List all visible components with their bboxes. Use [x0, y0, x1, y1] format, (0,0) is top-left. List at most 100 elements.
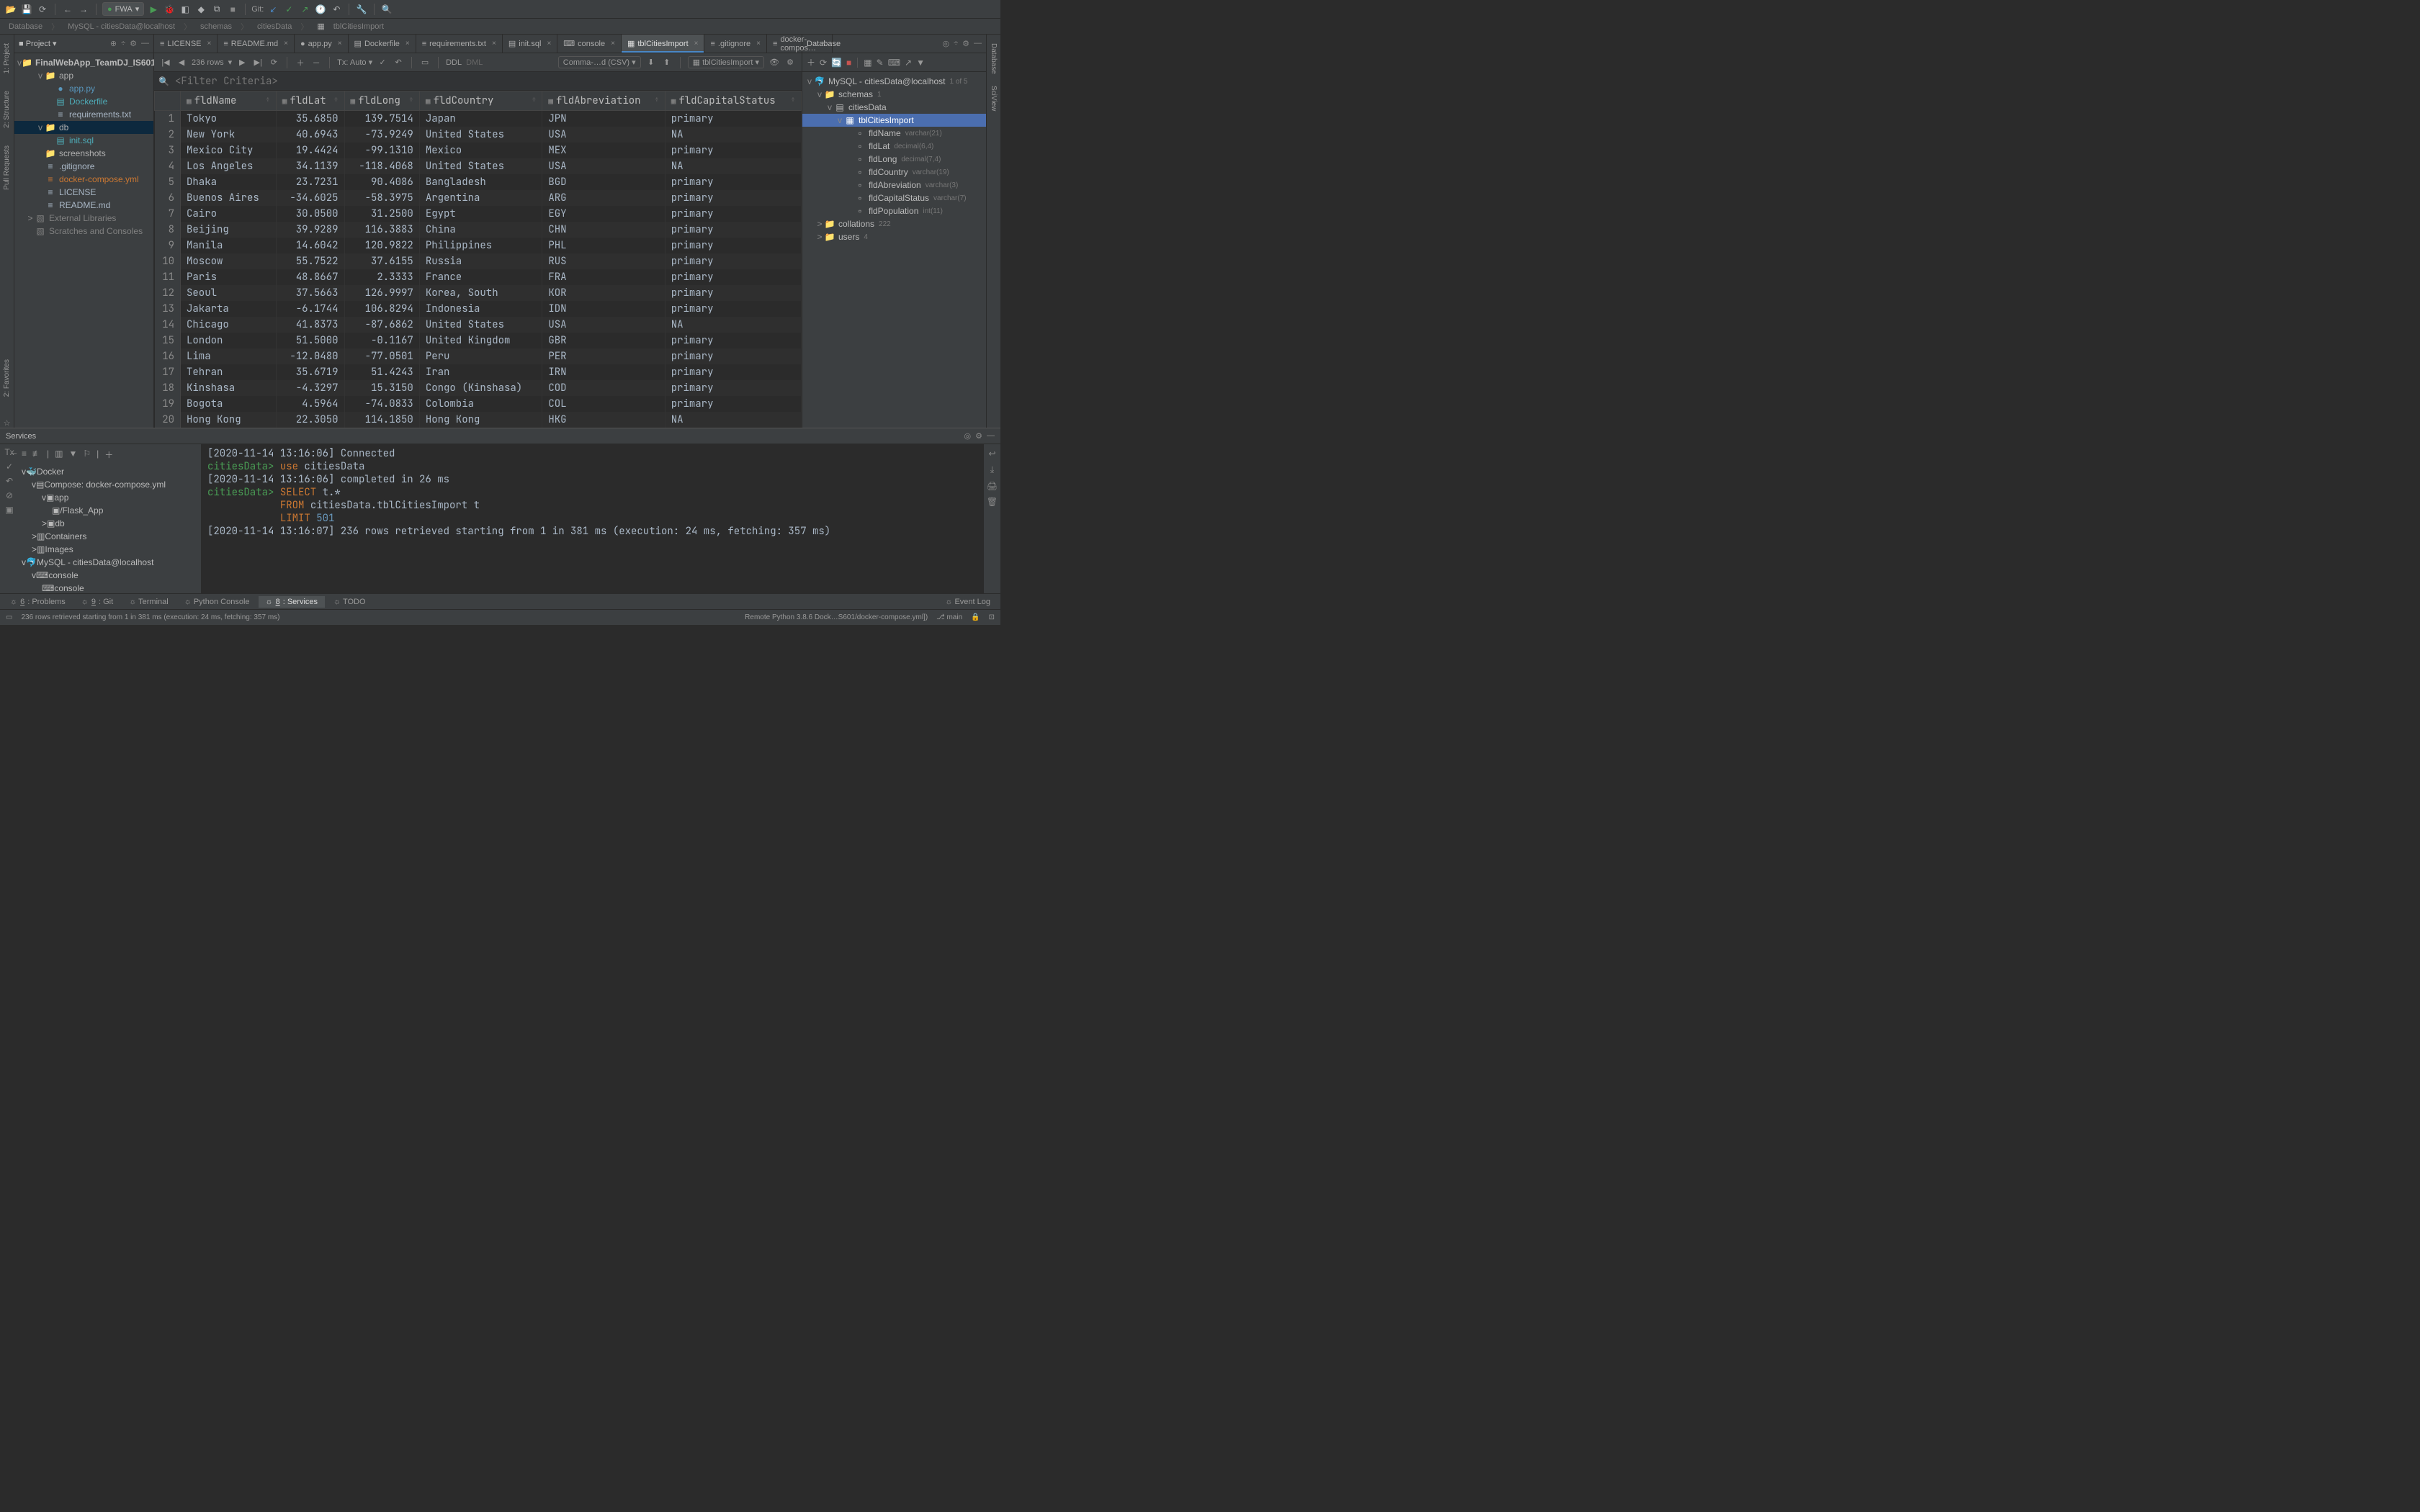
svc-collapse-icon[interactable]: ≢	[32, 449, 41, 461]
column-header[interactable]: ▦fldLong÷	[344, 91, 419, 111]
database-tree-item[interactable]: ▫fldNamevarchar(21)	[802, 127, 986, 140]
table-row[interactable]: 19Bogota4.5964-74.0833ColombiaCOLprimary	[155, 396, 802, 412]
db-refresh-icon[interactable]: ⟳	[820, 58, 827, 68]
interpreter-label[interactable]: Remote Python 3.8.6 Dock…S601/docker-com…	[745, 613, 928, 621]
debug-icon[interactable]: 🐞	[163, 3, 176, 16]
prev-row-icon[interactable]: ◀	[176, 58, 187, 67]
project-tree-item[interactable]: ≡LICENSE	[14, 186, 153, 199]
table-row[interactable]: 11Paris48.86672.3333FranceFRAprimary	[155, 269, 802, 285]
project-root[interactable]: FinalWebApp_TeamDJ_IS601	[35, 58, 156, 68]
services-commit-icon[interactable]: ✓	[6, 462, 13, 472]
services-tree-item[interactable]: >▣db	[19, 517, 201, 530]
project-gear-icon[interactable]: ⚙	[130, 39, 137, 48]
console-wrap-icon[interactable]: ↩	[988, 449, 995, 459]
profile-icon[interactable]: ◆	[194, 3, 207, 16]
database-tree-item[interactable]: ▫fldCountryvarchar(19)	[802, 166, 986, 179]
tool-window-tab[interactable]: ☼ Python Console	[177, 596, 257, 608]
git-update-icon[interactable]: ↙	[266, 3, 279, 16]
dml-button[interactable]: DML	[466, 58, 483, 67]
last-row-icon[interactable]: ▶|	[252, 58, 264, 67]
close-tab-icon[interactable]: ×	[694, 40, 699, 48]
coverage-icon[interactable]: ◧	[179, 3, 192, 16]
table-row[interactable]: 7Cairo30.050031.2500EgyptEGYprimary	[155, 206, 802, 222]
db-table-icon[interactable]: ▦	[864, 58, 871, 68]
breadcrumb-item[interactable]: citiesData	[254, 22, 295, 31]
services-gear-icon[interactable]: ⚙	[975, 431, 982, 441]
project-tree-item[interactable]: >▧External Libraries	[14, 212, 153, 225]
table-row[interactable]: 17Tehran35.671951.4243IranIRNprimary	[155, 364, 802, 380]
table-row[interactable]: 3Mexico City19.4424-99.1310MexicoMEXprim…	[155, 143, 802, 158]
project-collapse-icon[interactable]: ÷	[121, 39, 125, 48]
db-split-icon[interactable]: ÷	[954, 39, 958, 48]
save-icon[interactable]: 💾	[20, 3, 33, 16]
svc-expand-icon[interactable]: ≡	[22, 449, 27, 461]
clone-row-icon[interactable]: ▭	[419, 58, 431, 67]
services-cancel-icon[interactable]: ⊘	[6, 490, 13, 500]
project-tree-item[interactable]: ▤Dockerfile	[14, 95, 153, 108]
services-target-icon[interactable]: ▣	[5, 505, 13, 515]
editor-tab[interactable]: ≡docker-compos…×	[767, 35, 833, 53]
table-row[interactable]: 2New York40.6943-73.9249United StatesUSA…	[155, 127, 802, 143]
table-settings-icon[interactable]: ⚙	[784, 58, 796, 67]
table-row[interactable]: 6Buenos Aires-34.6025-58.3975ArgentinaAR…	[155, 190, 802, 206]
close-tab-icon[interactable]: ×	[492, 40, 496, 48]
database-tree-item[interactable]: >📁users4	[802, 230, 986, 243]
svc-add-icon[interactable]: ＋	[104, 449, 113, 461]
table-row[interactable]: 12Seoul37.5663126.9997Korea, SouthKORpri…	[155, 285, 802, 301]
services-target-icon[interactable]: ◎	[964, 431, 972, 441]
services-tree-item[interactable]: ▣/Flask_App	[19, 504, 201, 517]
editor-tab[interactable]: ▤init.sql×	[503, 35, 557, 53]
structure-tool-tab[interactable]: 2: Structure	[1, 85, 12, 134]
row-count-dropdown-icon[interactable]: ▾	[228, 58, 233, 67]
git-push-icon[interactable]: ↗	[298, 3, 311, 16]
close-tab-icon[interactable]: ×	[405, 40, 410, 48]
tx-mode[interactable]: Tx: Auto ▾	[337, 58, 372, 67]
db-filter-icon[interactable]: ▼	[916, 58, 925, 68]
favorites-tool-tab[interactable]: 2: Favorites	[1, 354, 12, 402]
table-row[interactable]: 13Jakarta-6.1744106.8294IndonesiaIDNprim…	[155, 301, 802, 317]
export-upload-icon[interactable]: ⬆	[661, 58, 673, 67]
close-tab-icon[interactable]: ×	[284, 40, 288, 48]
database-tree-item[interactable]: v🐬MySQL - citiesData@localhost1 of 5	[802, 75, 986, 88]
editor-tab[interactable]: ▦tblCitiesImport×	[622, 35, 705, 53]
event-log-tab[interactable]: ☼ Event Log	[938, 596, 998, 608]
database-tree-item[interactable]: ▫fldLongdecimal(7,4)	[802, 153, 986, 166]
status-icon[interactable]: ▭	[6, 613, 12, 621]
project-tool-tab[interactable]: 1: Project	[1, 37, 12, 79]
editor-tab[interactable]: ≡LICENSE×	[154, 35, 218, 53]
next-row-icon[interactable]: ▶	[236, 58, 248, 67]
svc-bookmark-icon[interactable]: ⚐	[83, 449, 91, 461]
ide-settings-icon[interactable]: 🔧	[355, 3, 368, 16]
breadcrumb-item[interactable]: tblCitiesImport	[331, 22, 387, 31]
services-rollback-icon[interactable]: ↶	[6, 476, 13, 486]
db-target-icon[interactable]: ◎	[942, 39, 949, 48]
memory-icon[interactable]: ⊡	[989, 613, 995, 621]
table-row[interactable]: 15London51.5000-0.1167United KingdomGBRp…	[155, 333, 802, 348]
editor-tab[interactable]: ≡.gitignore×	[704, 35, 767, 53]
project-tree-item[interactable]: ▧Scratches and Consoles	[14, 225, 153, 238]
open-icon[interactable]: 📂	[4, 3, 17, 16]
run-icon[interactable]: ▶	[147, 3, 160, 16]
pull-requests-tool-tab[interactable]: Pull Requests	[1, 140, 12, 196]
table-row[interactable]: 14Chicago41.8373-87.6862United StatesUSA…	[155, 317, 802, 333]
db-stop-icon[interactable]: ■	[846, 58, 851, 68]
table-row[interactable]: 1Tokyo35.6850139.7514JapanJPNprimary	[155, 111, 802, 127]
ddl-button[interactable]: DDL	[446, 58, 462, 67]
services-hide-icon[interactable]: —	[987, 431, 995, 441]
console-scroll-icon[interactable]: ⤓	[990, 464, 994, 475]
table-selector[interactable]: ▦ tblCitiesImport ▾	[688, 56, 764, 68]
project-settings-icon[interactable]: ⊕	[110, 39, 117, 48]
editor-tab[interactable]: ▤Dockerfile×	[349, 35, 416, 53]
tool-window-tab[interactable]: ☼ 8: Services	[259, 596, 326, 608]
db-nav-icon[interactable]: ↗	[905, 58, 912, 68]
services-tree-item[interactable]: >▥Containers	[19, 530, 201, 543]
tool-window-tab[interactable]: ☼ Terminal	[122, 596, 176, 608]
close-tab-icon[interactable]: ×	[822, 40, 826, 48]
project-tree-item[interactable]: v📁app	[14, 69, 153, 82]
editor-tab[interactable]: ≡requirements.txt×	[416, 35, 503, 53]
project-hide-icon[interactable]: —	[141, 39, 149, 48]
breadcrumb-item[interactable]: Database	[6, 22, 45, 31]
close-tab-icon[interactable]: ×	[207, 40, 212, 48]
rollback-icon[interactable]: ↶	[393, 58, 404, 67]
tool-window-tab[interactable]: ☼ 9: Git	[74, 596, 120, 608]
